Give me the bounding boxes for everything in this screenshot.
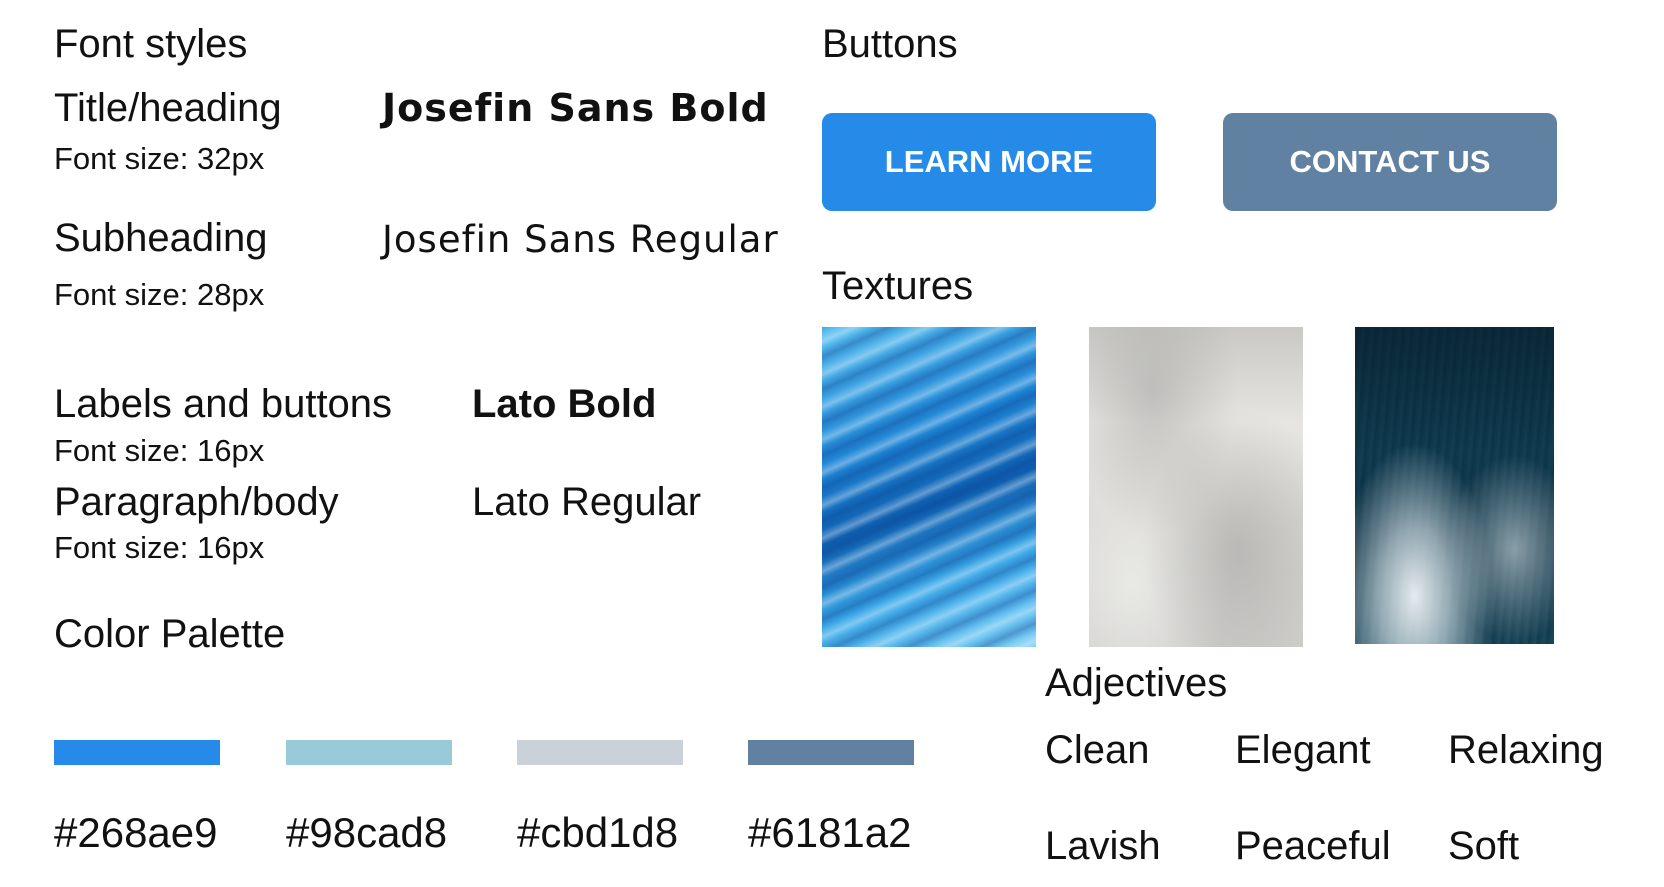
adjective-lavish: Lavish <box>1045 824 1161 868</box>
font-styles-heading: Font styles <box>54 22 248 66</box>
color-palette-heading: Color Palette <box>54 612 286 656</box>
swatch-light-blue-hex: #98cad8 <box>286 809 448 856</box>
blue-water-texture <box>822 327 1036 647</box>
subheading-label: Subheading <box>54 216 268 260</box>
adjective-peaceful: Peaceful <box>1235 824 1391 868</box>
paragraph-body-font: Lato Regular <box>472 480 702 524</box>
contact-us-button[interactable]: CONTACT US <box>1223 113 1557 211</box>
ocean-waves-texture <box>1355 327 1554 644</box>
adjectives-heading: Adjectives <box>1045 661 1228 705</box>
paragraph-body-label: Paragraph/body <box>54 480 339 524</box>
subheading-size: Font size: 28px <box>54 277 265 312</box>
swatch-slate-blue <box>748 740 914 765</box>
adjective-relaxing: Relaxing <box>1448 728 1604 772</box>
title-heading-size: Font size: 32px <box>54 141 265 176</box>
swatch-blue <box>54 740 220 765</box>
labels-buttons-font: Lato Bold <box>472 382 657 426</box>
adjective-soft: Soft <box>1448 824 1520 868</box>
subheading-font: Josefin Sans Regular <box>382 218 779 261</box>
buttons-heading: Buttons <box>822 22 958 66</box>
adjective-elegant: Elegant <box>1235 728 1371 772</box>
title-heading-label: Title/heading <box>54 86 282 130</box>
swatch-light-gray-hex: #cbd1d8 <box>517 809 679 856</box>
swatch-light-blue <box>286 740 452 765</box>
swatch-light-gray <box>517 740 683 765</box>
white-concrete-texture <box>1089 327 1303 647</box>
swatch-slate-blue-hex: #6181a2 <box>748 809 912 856</box>
textures-heading: Textures <box>822 264 974 308</box>
labels-buttons-size: Font size: 16px <box>54 433 265 468</box>
paragraph-body-size: Font size: 16px <box>54 530 265 565</box>
title-heading-font: Josefin Sans Bold <box>382 86 769 130</box>
swatch-blue-hex: #268ae9 <box>54 809 218 856</box>
learn-more-button[interactable]: LEARN MORE <box>822 113 1156 211</box>
adjective-clean: Clean <box>1045 728 1150 772</box>
labels-buttons-label: Labels and buttons <box>54 382 393 426</box>
